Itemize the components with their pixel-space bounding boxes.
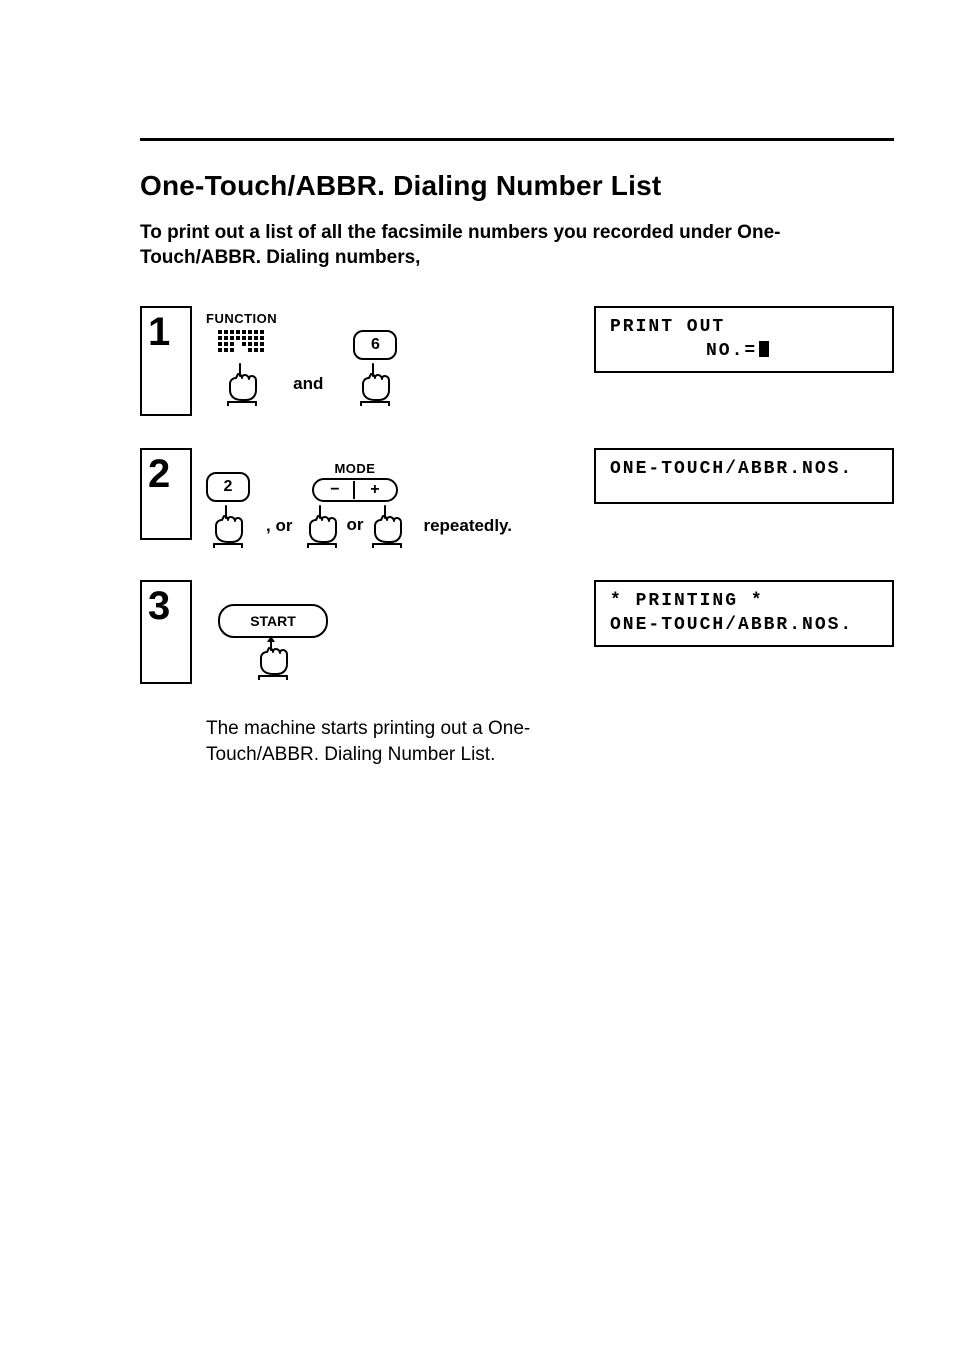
function-label: FUNCTION xyxy=(206,311,277,326)
intro-text: To print out a list of all the facsimile… xyxy=(140,221,894,270)
result-text: The machine starts printing out a One-To… xyxy=(206,716,586,767)
page-title: One-Touch/ABBR. Dialing Number List xyxy=(140,170,894,202)
press-hand-icon xyxy=(302,502,342,548)
conjunction-and: and xyxy=(293,374,323,394)
repeatedly-text: repeatedly. xyxy=(423,516,512,536)
lcd-display-3: * PRINTING * ONE-TOUCH/ABBR.NOS. xyxy=(594,580,894,647)
mode-label: MODE xyxy=(334,461,375,476)
conjunction-or: or xyxy=(346,515,363,535)
press-hand-icon xyxy=(222,360,262,406)
mode-rocker: − + xyxy=(312,478,398,502)
key-6-group: 6 xyxy=(353,330,397,406)
step-2: 2 2 , or xyxy=(140,448,894,548)
start-key: START xyxy=(218,604,328,638)
display-line: ONE-TOUCH/ABBR.NOS. xyxy=(610,614,878,637)
keypad-2: 2 xyxy=(206,472,250,502)
press-hand-icon xyxy=(208,502,248,548)
step-number: 2 xyxy=(140,448,192,540)
mode-minus: − xyxy=(317,481,355,499)
start-key-group: START xyxy=(218,604,328,680)
function-key-group: FUNCTION xyxy=(206,311,277,406)
step-number: 3 xyxy=(140,580,192,684)
mode-minus-group: MODE − + xyxy=(302,461,407,548)
key-2-group: 2 xyxy=(206,472,250,548)
display-line: ONE-TOUCH/ABBR.NOS. xyxy=(610,458,878,481)
step-1: 1 FUNCTION xyxy=(140,306,894,416)
cursor-icon xyxy=(759,341,769,357)
press-hand-icon xyxy=(367,502,407,548)
conjunction-comma-or: , or xyxy=(266,516,292,536)
press-hand-icon xyxy=(355,360,395,406)
step-3: 3 START xyxy=(140,580,894,684)
lcd-display-2: ONE-TOUCH/ABBR.NOS. xyxy=(594,448,894,504)
function-key-icon xyxy=(216,328,268,358)
step-number: 1 xyxy=(140,306,192,416)
display-line: PRINT OUT xyxy=(610,316,878,339)
keypad-6: 6 xyxy=(353,330,397,360)
manual-page: One-Touch/ABBR. Dialing Number List To p… xyxy=(0,0,954,1346)
press-hand-icon xyxy=(253,634,293,680)
start-label: START xyxy=(250,613,296,629)
display-line: NO.= xyxy=(610,340,878,363)
horizontal-rule xyxy=(140,138,894,141)
lcd-display-1: PRINT OUT NO.= xyxy=(594,306,894,373)
display-line: * PRINTING * xyxy=(610,590,878,613)
mode-plus: + xyxy=(357,481,393,499)
